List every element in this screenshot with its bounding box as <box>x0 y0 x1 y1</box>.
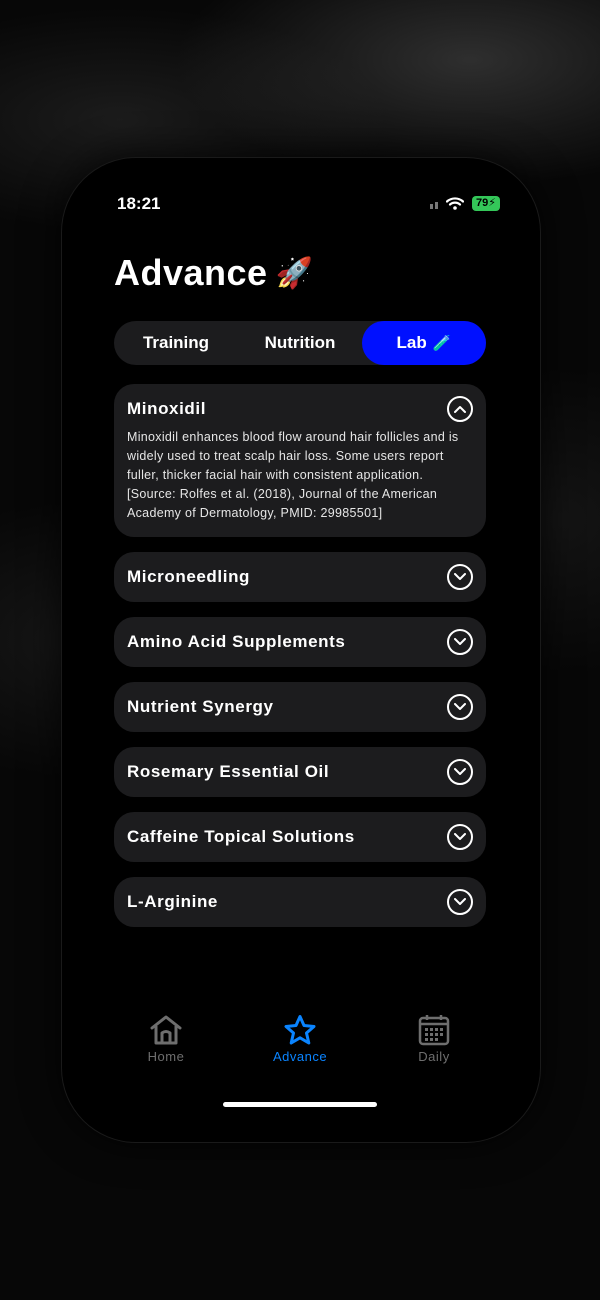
accordion-header-caffeine-topical-solutions[interactable]: Caffeine Topical Solutions <box>127 812 473 862</box>
accordion-title: L-Arginine <box>127 892 218 911</box>
wifi-icon <box>446 197 465 210</box>
tab-bar-home-label: Home <box>147 1049 185 1064</box>
tab-lab[interactable]: Lab 🧪 <box>362 321 486 365</box>
chevron-down-icon[interactable] <box>447 629 473 655</box>
accordion-header-microneedling[interactable]: Microneedling <box>127 552 473 602</box>
charging-icon: ⚡ <box>488 197 496 209</box>
star-icon <box>284 1015 316 1045</box>
chevron-down-icon[interactable] <box>447 759 473 785</box>
home-indicator[interactable] <box>223 1102 377 1107</box>
accordion-header-rosemary-essential-oil[interactable]: Rosemary Essential Oil <box>127 747 473 797</box>
accordion-body-minoxidil: Minoxidil enhances blood flow around hai… <box>127 430 459 520</box>
accordion-header-amino-acid-supplements[interactable]: Amino Acid Supplements <box>127 617 473 667</box>
lab-accordion-list: Minoxidil Minoxidil enhances blood flow … <box>114 384 486 942</box>
accordion-header-nutrient-synergy[interactable]: Nutrient Synergy <box>127 682 473 732</box>
accordion-item-l-arginine: L-Arginine <box>114 877 486 927</box>
tab-training-label: Training <box>142 333 210 352</box>
tab-bar-home[interactable]: Home <box>116 1014 216 1064</box>
status-icons: 79⚡ <box>430 196 500 211</box>
calendar-icon <box>418 1015 450 1046</box>
tab-bar-advance[interactable]: Advance <box>250 1014 350 1064</box>
accordion-header-minoxidil[interactable]: Minoxidil <box>127 384 473 434</box>
accordion-header-l-arginine[interactable]: L-Arginine <box>127 877 473 927</box>
accordion-item-microneedling: Microneedling <box>114 552 486 602</box>
accordion-title: Microneedling <box>127 567 251 586</box>
tab-bar-daily[interactable]: Daily <box>384 1014 484 1064</box>
tab-training[interactable]: Training <box>114 321 238 365</box>
accordion-item-amino-acid-supplements: Amino Acid Supplements <box>114 617 486 667</box>
accordion-title: Minoxidil <box>127 399 207 418</box>
status-time: 18:21 <box>117 194 161 213</box>
home-icon <box>150 1015 182 1045</box>
accordion-item-rosemary-essential-oil: Rosemary Essential Oil <box>114 747 486 797</box>
accordion-item-caffeine-topical-solutions: Caffeine Topical Solutions <box>114 812 486 862</box>
chevron-down-icon[interactable] <box>447 694 473 720</box>
chevron-up-icon[interactable] <box>447 396 473 422</box>
tab-nutrition[interactable]: Nutrition <box>238 321 362 365</box>
section-segmented-control: Training Nutrition Lab 🧪 <box>114 321 486 365</box>
rocket-icon: 🚀 <box>275 256 314 290</box>
accordion-item-minoxidil: Minoxidil Minoxidil enhances blood flow … <box>114 384 486 537</box>
tab-bar-advance-label: Advance <box>272 1049 328 1064</box>
test-tube-icon: 🧪 <box>432 335 452 352</box>
page-title: Advance 🚀 <box>114 252 313 294</box>
chevron-down-icon[interactable] <box>447 564 473 590</box>
accordion-item-nutrient-synergy: Nutrient Synergy <box>114 682 486 732</box>
accordion-title: Nutrient Synergy <box>127 697 274 716</box>
phone-screen: 18:21 79⚡ Advance 🚀 Training Nutrition L… <box>62 158 540 1142</box>
status-bar: 18:21 79⚡ <box>62 194 540 218</box>
cellular-signal-icon <box>430 199 439 209</box>
bottom-tab-bar: Home Advance Daily <box>62 1014 540 1074</box>
tab-lab-label: Lab <box>396 333 427 352</box>
tab-bar-daily-label: Daily <box>418 1049 450 1064</box>
chevron-down-icon[interactable] <box>447 824 473 850</box>
battery-indicator: 79⚡ <box>472 196 500 211</box>
chevron-down-icon[interactable] <box>447 889 473 915</box>
tab-nutrition-label: Nutrition <box>264 333 336 352</box>
accordion-title: Caffeine Topical Solutions <box>127 827 355 846</box>
page-title-text: Advance <box>114 252 268 293</box>
accordion-title: Rosemary Essential Oil <box>127 762 330 781</box>
accordion-title: Amino Acid Supplements <box>127 632 346 651</box>
battery-level: 79 <box>476 197 489 209</box>
